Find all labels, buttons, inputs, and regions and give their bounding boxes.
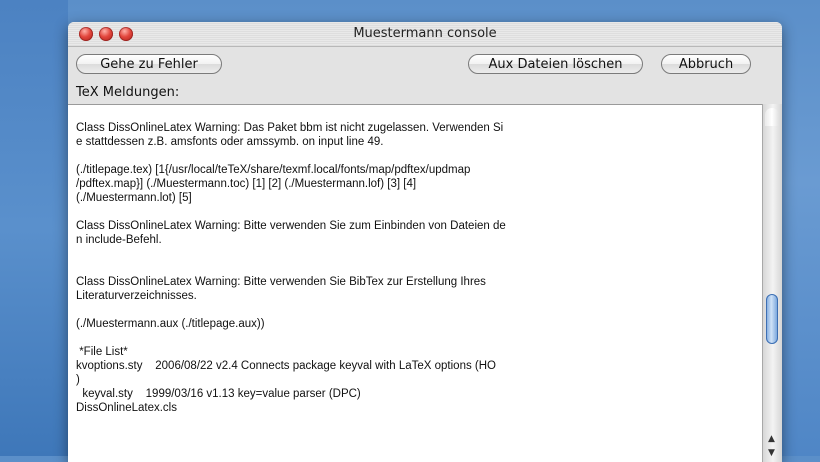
window-title: Muestermann console	[353, 26, 497, 41]
console-window: Muestermann console Gehe zu Fehler Aux D…	[68, 22, 782, 462]
log-line: )	[76, 374, 80, 386]
title-bar[interactable]: Muestermann console	[68, 22, 782, 47]
goto-error-button[interactable]: Gehe zu Fehler	[76, 54, 222, 74]
log-text: Class DissOnlineLatex Warning: Das Paket…	[76, 121, 616, 415]
log-line: /pdftex.map}] (./Muestermann.toc) [1] [2…	[76, 178, 417, 190]
log-line: n include-Befehl.	[76, 234, 162, 246]
scroll-down-arrow-icon[interactable]: ▼	[768, 448, 775, 458]
log-line: (./Muestermann.lot) [5]	[76, 192, 192, 204]
desktop-background	[0, 0, 68, 456]
log-line: *File List*	[76, 346, 128, 358]
log-line: kvoptions.sty 2006/08/22 v2.4 Connects p…	[76, 360, 496, 372]
scrollbar-thumb[interactable]	[766, 294, 778, 344]
log-line: (./Muestermann.aux (./titlepage.aux))	[76, 318, 265, 330]
log-line: Class DissOnlineLatex Warning: Das Paket…	[76, 122, 504, 134]
log-line: e stattdessen z.B. amsfonts oder amssymb…	[76, 136, 384, 148]
log-line: Class DissOnlineLatex Warning: Bitte ver…	[76, 220, 506, 232]
log-line: Literaturverzeichnisses.	[76, 290, 197, 302]
log-line: keyval.sty 1999/03/16 v1.13 key=value pa…	[76, 388, 361, 400]
scroll-up-arrow-icon[interactable]: ▲	[768, 434, 775, 444]
tex-log-output[interactable]: Class DissOnlineLatex Warning: Das Paket…	[68, 104, 762, 462]
tex-messages-label: TeX Meldungen:	[76, 85, 180, 100]
scrollbar-track-cap	[765, 108, 779, 126]
toolbar: Gehe zu Fehler Aux Dateien löschen Abbru…	[68, 54, 782, 80]
log-line: (./titlepage.tex) [1{/usr/local/teTeX/sh…	[76, 164, 471, 176]
delete-aux-files-button[interactable]: Aux Dateien löschen	[468, 54, 643, 74]
vertical-scrollbar[interactable]: ▲ ▼	[762, 104, 782, 462]
log-line: DissOnlineLatex.cls	[76, 402, 177, 414]
log-line: Class DissOnlineLatex Warning: Bitte ver…	[76, 276, 486, 288]
cancel-button[interactable]: Abbruch	[661, 54, 751, 74]
